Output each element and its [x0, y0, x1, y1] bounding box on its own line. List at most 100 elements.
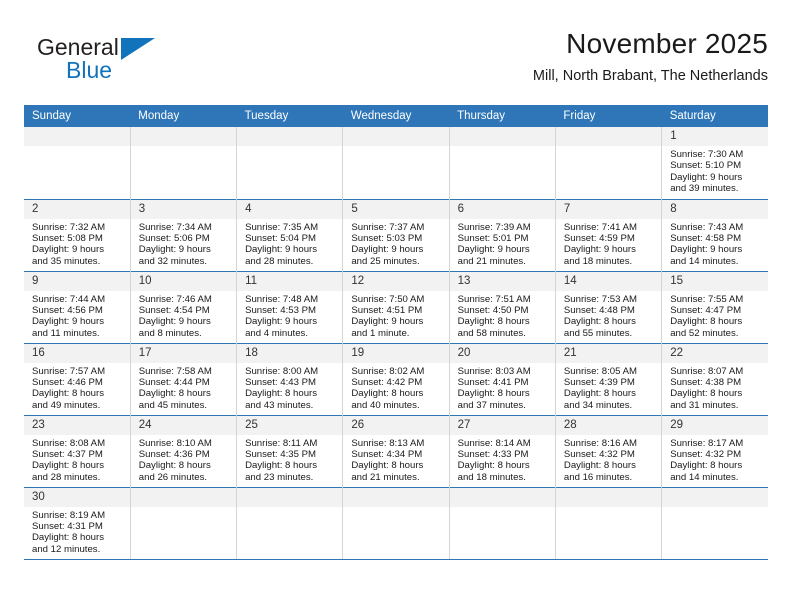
- calendar-day-cell[interactable]: 21 Sunrise: 8:05 AM Sunset: 4:39 PM Dayligh…: [554, 342, 662, 415]
- daylight-line: Daylight: 8 hours: [563, 460, 636, 472]
- sunset-line: Sunset: 5:10 PM: [670, 160, 742, 172]
- day-number: 11: [237, 271, 343, 291]
- calendar-day-cell[interactable]: 24 Sunrise: 8:10 AM Sunset: 4:36 PM Dayligh…: [129, 414, 237, 487]
- daylight-line: Daylight: 9 hours: [32, 244, 104, 256]
- calendar-day-cell[interactable]: 4 Sunrise: 7:35 AM Sunset: 5:04 PM Daylight…: [236, 198, 343, 271]
- day-number: 28: [555, 415, 662, 435]
- calendar-day-cell[interactable]: 17 Sunrise: 7:58 AM Sunset: 4:44 PM Dayligh…: [129, 342, 237, 415]
- day-sun-info: Sunrise: 8:07 AM Sunset: 4:38 PM Daylight:…: [662, 363, 768, 412]
- calendar-day-cell[interactable]: 29 Sunrise: 8:17 AM Sunset: 4:32 PM Dayligh…: [661, 414, 768, 487]
- sunset-line: Sunset: 4:33 PM: [457, 448, 529, 460]
- calendar-week-row: 1 Sunrise: 7:30 AM Sunset: 5:10 PM Daylight…: [24, 127, 768, 199]
- day-number: 30: [24, 487, 130, 507]
- day-sun-info: Sunrise: 7:41 AM Sunset: 4:59 PM Daylight:…: [556, 219, 661, 268]
- sunrise-line: Sunrise: 8:11 AM: [245, 437, 318, 449]
- daylight-line: and 16 minutes.: [563, 471, 633, 483]
- calendar-day-cell[interactable]: 30 Sunrise: 8:19 AM Sunset: 4:31 PM Dayligh…: [24, 486, 131, 560]
- sunrise-line: Sunrise: 7:39 AM: [457, 221, 531, 233]
- day-sun-info: Sunrise: 8:16 AM Sunset: 4:32 PM Daylight:…: [556, 435, 661, 484]
- calendar-day-cell[interactable]: 11 Sunrise: 7:48 AM Sunset: 4:53 PM Dayligh…: [236, 270, 343, 343]
- calendar-day-cell[interactable]: 25 Sunrise: 8:11 AM Sunset: 4:35 PM Dayligh…: [236, 414, 343, 487]
- day-sun-info: Sunrise: 7:50 AM Sunset: 4:51 PM Daylight:…: [343, 291, 448, 340]
- calendar-day-cell[interactable]: [342, 486, 450, 560]
- daylight-line: and 4 minutes.: [245, 327, 308, 339]
- calendar-day-cell[interactable]: 14 Sunrise: 7:53 AM Sunset: 4:48 PM Dayligh…: [554, 270, 662, 343]
- sunset-line: Sunset: 4:36 PM: [138, 448, 210, 460]
- day-number: 13: [449, 271, 555, 291]
- calendar-day-cell[interactable]: [448, 486, 556, 560]
- calendar-day-cell[interactable]: [554, 486, 662, 560]
- calendar-day-cell[interactable]: 5 Sunrise: 7:37 AM Sunset: 5:03 PM Daylight…: [342, 198, 450, 271]
- calendar-day-cell[interactable]: 10 Sunrise: 7:46 AM Sunset: 4:54 PM Dayligh…: [129, 270, 237, 343]
- calendar-day-cell[interactable]: 20 Sunrise: 8:03 AM Sunset: 4:41 PM Dayligh…: [448, 342, 556, 415]
- page-subtitle: Mill, North Brabant, The Netherlands: [532, 68, 768, 84]
- daylight-line: and 12 minutes.: [32, 543, 101, 555]
- sunrise-line: Sunrise: 7:32 AM: [32, 221, 106, 233]
- daylight-line: and 31 minutes.: [670, 399, 739, 411]
- sunset-line: Sunset: 4:44 PM: [138, 376, 210, 388]
- sunset-line: Sunset: 4:41 PM: [457, 376, 529, 388]
- daylight-line: Daylight: 8 hours: [138, 460, 211, 472]
- day-sun-info: [450, 146, 555, 149]
- calendar-day-cell[interactable]: 8 Sunrise: 7:43 AM Sunset: 4:58 PM Daylight…: [661, 198, 768, 271]
- general-blue-logo[interactable]: General Blue: [37, 34, 217, 94]
- daylight-line: and 18 minutes.: [457, 471, 526, 483]
- day-number: 25: [237, 415, 343, 435]
- weekday-header-saturday: Saturday: [661, 105, 768, 127]
- calendar-day-cell[interactable]: [236, 486, 343, 560]
- calendar-day-cell[interactable]: 12 Sunrise: 7:50 AM Sunset: 4:51 PM Dayligh…: [342, 270, 450, 343]
- calendar-day-cell[interactable]: 3 Sunrise: 7:34 AM Sunset: 5:06 PM Daylight…: [129, 198, 237, 271]
- day-sun-info: Sunrise: 7:43 AM Sunset: 4:58 PM Daylight:…: [662, 219, 768, 268]
- day-number: 5: [343, 199, 449, 219]
- calendar-day-cell[interactable]: 27 Sunrise: 8:14 AM Sunset: 4:33 PM Dayligh…: [448, 414, 556, 487]
- sunrise-line: Sunrise: 7:43 AM: [670, 221, 744, 233]
- sunrise-line: Sunrise: 8:19 AM: [32, 509, 106, 521]
- calendar-week-row: 30 Sunrise: 8:19 AM Sunset: 4:31 PM Dayligh…: [24, 486, 768, 560]
- daylight-line: Daylight: 8 hours: [670, 388, 743, 400]
- calendar-day-cell[interactable]: 13 Sunrise: 7:51 AM Sunset: 4:50 PM Dayligh…: [448, 270, 556, 343]
- day-sun-info: Sunrise: 8:13 AM Sunset: 4:34 PM Daylight:…: [343, 435, 448, 484]
- daylight-line: and 45 minutes.: [138, 399, 208, 411]
- day-number: 9: [24, 271, 130, 291]
- day-sun-info: Sunrise: 7:39 AM Sunset: 5:01 PM Daylight:…: [450, 219, 555, 268]
- calendar-day-cell[interactable]: 6 Sunrise: 7:39 AM Sunset: 5:01 PM Daylight…: [448, 198, 556, 271]
- calendar-day-cell[interactable]: 16 Sunrise: 7:57 AM Sunset: 4:46 PM Dayligh…: [24, 342, 131, 415]
- calendar-day-cell[interactable]: [236, 127, 343, 199]
- calendar-week-row: 23 Sunrise: 8:08 AM Sunset: 4:37 PM Dayligh…: [24, 414, 768, 487]
- calendar-day-cell[interactable]: 9 Sunrise: 7:44 AM Sunset: 4:56 PM Daylight…: [24, 270, 131, 343]
- sunset-line: Sunset: 5:08 PM: [32, 232, 103, 244]
- calendar-day-cell[interactable]: 19 Sunrise: 8:02 AM Sunset: 4:42 PM Dayligh…: [342, 342, 450, 415]
- day-sun-info: Sunrise: 7:35 AM Sunset: 5:04 PM Daylight:…: [237, 219, 342, 268]
- calendar-day-cell[interactable]: [554, 127, 662, 199]
- daylight-line: Daylight: 8 hours: [351, 460, 424, 472]
- calendar-day-cell[interactable]: 15 Sunrise: 7:55 AM Sunset: 4:47 PM Dayligh…: [661, 270, 768, 343]
- calendar-day-cell[interactable]: [448, 127, 556, 199]
- calendar-day-cell[interactable]: [129, 127, 237, 199]
- day-sun-info: [24, 146, 130, 149]
- weekday-header-monday: Monday: [130, 105, 237, 127]
- calendar-day-cell[interactable]: 28 Sunrise: 8:16 AM Sunset: 4:32 PM Dayligh…: [554, 414, 662, 487]
- calendar-day-cell[interactable]: [342, 127, 450, 199]
- sunrise-line: Sunrise: 7:44 AM: [32, 293, 106, 305]
- calendar-day-cell[interactable]: [129, 486, 237, 560]
- daylight-line: and 37 minutes.: [457, 399, 526, 411]
- daylight-line: and 14 minutes.: [670, 471, 739, 483]
- calendar-day-cell[interactable]: 18 Sunrise: 8:00 AM Sunset: 4:43 PM Dayligh…: [236, 342, 343, 415]
- day-number: 18: [237, 343, 343, 363]
- daylight-line: Daylight: 8 hours: [457, 388, 530, 400]
- calendar-page: General Blue November 2025 Mill, North B…: [0, 0, 792, 612]
- calendar-day-cell[interactable]: 26 Sunrise: 8:13 AM Sunset: 4:34 PM Dayligh…: [342, 414, 450, 487]
- calendar-day-cell[interactable]: [24, 127, 131, 199]
- sunset-line: Sunset: 4:32 PM: [563, 448, 635, 460]
- calendar-day-cell[interactable]: 22 Sunrise: 8:07 AM Sunset: 4:38 PM Dayligh…: [661, 342, 768, 415]
- sunrise-line: Sunrise: 8:03 AM: [457, 365, 531, 377]
- calendar-day-cell[interactable]: 1 Sunrise: 7:30 AM Sunset: 5:10 PM Daylight…: [661, 127, 768, 199]
- calendar-day-cell[interactable]: [661, 486, 768, 560]
- calendar-day-cell[interactable]: 2 Sunrise: 7:32 AM Sunset: 5:08 PM Daylight…: [24, 198, 131, 271]
- calendar-day-cell[interactable]: 23 Sunrise: 8:08 AM Sunset: 4:37 PM Dayligh…: [24, 414, 131, 487]
- weekday-header-sunday: Sunday: [24, 105, 131, 127]
- daylight-line: and 21 minutes.: [351, 471, 420, 483]
- daylight-line: Daylight: 9 hours: [670, 171, 743, 183]
- sunrise-line: Sunrise: 8:02 AM: [351, 365, 425, 377]
- calendar-day-cell[interactable]: 7 Sunrise: 7:41 AM Sunset: 4:59 PM Daylight…: [554, 198, 662, 271]
